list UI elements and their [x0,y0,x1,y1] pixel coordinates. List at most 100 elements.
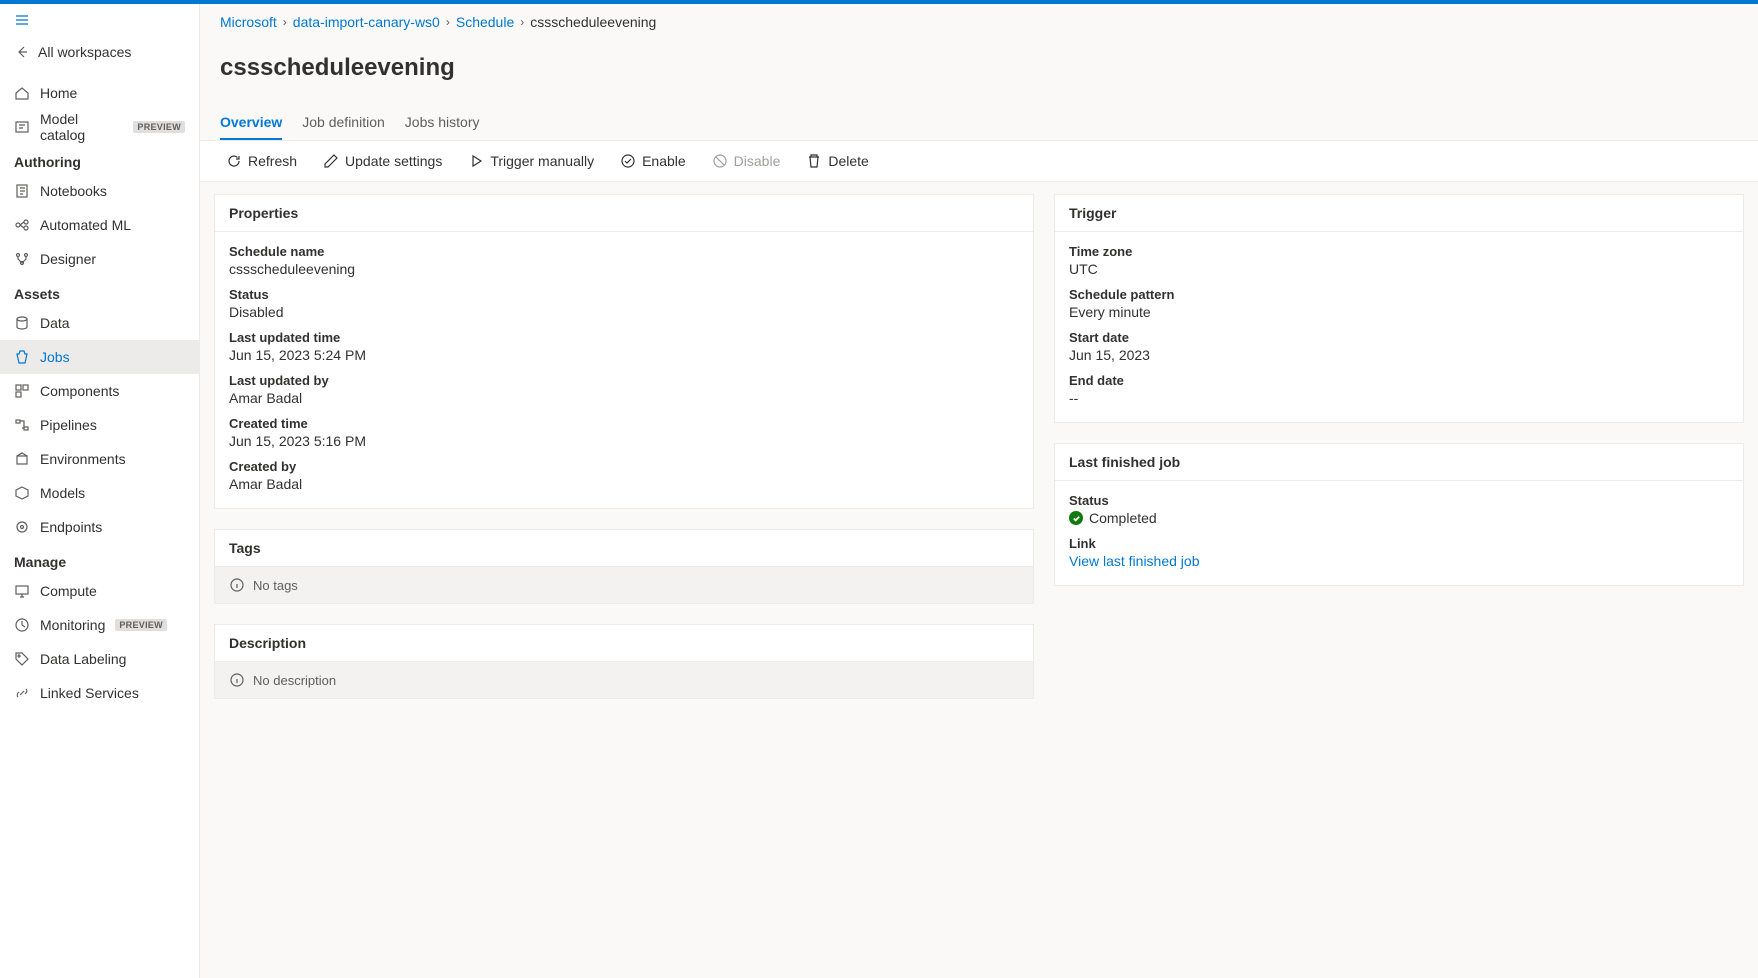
tab-jobs-history[interactable]: Jobs history [405,104,480,140]
page-title: cssscheduleevening [200,46,1758,88]
components-icon [14,383,30,399]
prop-value: -- [1069,390,1729,406]
sidebar-item-notebooks[interactable]: Notebooks [0,174,199,208]
description-empty: No description [215,662,1033,698]
sidebar-item-jobs[interactable]: Jobs [0,340,199,374]
prop-label: Last updated time [229,330,1019,345]
sidebar-item-home[interactable]: Home [0,76,199,110]
sidebar-item-compute[interactable]: Compute [0,574,199,608]
all-workspaces-link[interactable]: All workspaces [0,36,199,68]
refresh-button[interactable]: Refresh [220,149,303,173]
tab-overview[interactable]: Overview [220,104,282,140]
check-circle-icon [620,153,636,169]
sidebar-group-manage: Manage [0,544,199,574]
prop-value: Jun 15, 2023 5:16 PM [229,433,1019,449]
prop-value: Jun 15, 2023 [1069,347,1729,363]
cmd-label: Disable [734,153,781,169]
prop-label: Schedule pattern [1069,287,1729,302]
card-title: Properties [215,195,1033,232]
card-title: Trigger [1055,195,1743,232]
sidebar-label: Data Labeling [40,651,126,667]
empty-text: No tags [253,578,298,593]
cmd-label: Trigger manually [490,153,594,169]
sidebar-label: Components [40,383,119,399]
sidebar-label: Monitoring [40,617,105,633]
left-column: Properties Schedule name cssscheduleeveni… [214,194,1034,966]
sidebar-label: Linked Services [40,685,139,701]
info-icon [229,672,245,688]
back-arrow-icon [14,44,30,60]
sidebar-item-components[interactable]: Components [0,374,199,408]
all-workspaces-label: All workspaces [38,44,131,60]
chevron-right-icon: › [446,15,450,29]
breadcrumb-link[interactable]: Microsoft [220,14,277,30]
last-finished-job-card: Last finished job Status Completed Link … [1054,443,1744,586]
edit-icon [323,153,339,169]
monitoring-icon [14,617,30,633]
sidebar-item-linked-services[interactable]: Linked Services [0,676,199,710]
prop-label: Schedule name [229,244,1019,259]
card-title: Description [215,625,1033,662]
tab-job-definition[interactable]: Job definition [302,104,385,140]
data-labeling-icon [14,651,30,667]
sidebar-item-model-catalog[interactable]: Model catalog PREVIEW [0,110,199,144]
sidebar-item-pipelines[interactable]: Pipelines [0,408,199,442]
breadcrumb-current: cssscheduleevening [530,14,656,30]
prop-label: End date [1069,373,1729,388]
prop-value: Every minute [1069,304,1729,320]
model-catalog-icon [14,119,30,135]
sidebar-item-endpoints[interactable]: Endpoints [0,510,199,544]
cmd-label: Enable [642,153,686,169]
sidebar-item-monitoring[interactable]: Monitoring PREVIEW [0,608,199,642]
sidebar-label: Jobs [40,349,70,365]
cmd-label: Delete [828,153,868,169]
sidebar-item-models[interactable]: Models [0,476,199,510]
prop-label: Status [1069,493,1729,508]
enable-button[interactable]: Enable [614,149,692,173]
status-text: Completed [1089,510,1157,526]
notebook-icon [14,183,30,199]
sidebar-item-data[interactable]: Data [0,306,199,340]
prop-label: Created by [229,459,1019,474]
command-bar: Refresh Update settings Trigger manually… [200,141,1758,182]
hamburger-icon [14,12,30,28]
sidebar-label: Compute [40,583,97,599]
view-last-finished-job-link[interactable]: View last finished job [1069,553,1199,569]
sidebar-item-environments[interactable]: Environments [0,442,199,476]
prop-label: Created time [229,416,1019,431]
empty-text: No description [253,673,336,688]
prop-label: Last updated by [229,373,1019,388]
trigger-card: Trigger Time zoneUTC Schedule patternEve… [1054,194,1744,423]
prop-label: Time zone [1069,244,1729,259]
sidebar-label: Home [40,85,77,101]
play-icon [468,153,484,169]
info-icon [229,577,245,593]
prop-value: cssscheduleevening [229,261,1019,277]
delete-button[interactable]: Delete [800,149,874,173]
endpoints-icon [14,519,30,535]
trigger-manually-button[interactable]: Trigger manually [462,149,600,173]
sidebar-label: Models [40,485,85,501]
designer-icon [14,251,30,267]
sidebar: All workspaces Home Model catalog PREVIE… [0,4,200,978]
breadcrumb-link[interactable]: Schedule [456,14,514,30]
breadcrumb-link[interactable]: data-import-canary-ws0 [293,14,440,30]
prop-value: Amar Badal [229,476,1019,492]
tabs: Overview Job definition Jobs history [200,104,1758,141]
update-settings-button[interactable]: Update settings [317,149,448,173]
chevron-right-icon: › [520,15,524,29]
card-title: Tags [215,530,1033,567]
environments-icon [14,451,30,467]
sidebar-toggle[interactable] [0,4,199,36]
sidebar-item-automl[interactable]: Automated ML [0,208,199,242]
prop-label: Link [1069,536,1729,551]
prop-label: Start date [1069,330,1729,345]
sidebar-label: Environments [40,451,126,467]
right-column: Trigger Time zoneUTC Schedule patternEve… [1054,194,1744,966]
sidebar-item-designer[interactable]: Designer [0,242,199,276]
card-title: Last finished job [1055,444,1743,481]
cmd-label: Update settings [345,153,442,169]
sidebar-item-data-labeling[interactable]: Data Labeling [0,642,199,676]
description-card: Description No description [214,624,1034,699]
prop-value: Amar Badal [229,390,1019,406]
